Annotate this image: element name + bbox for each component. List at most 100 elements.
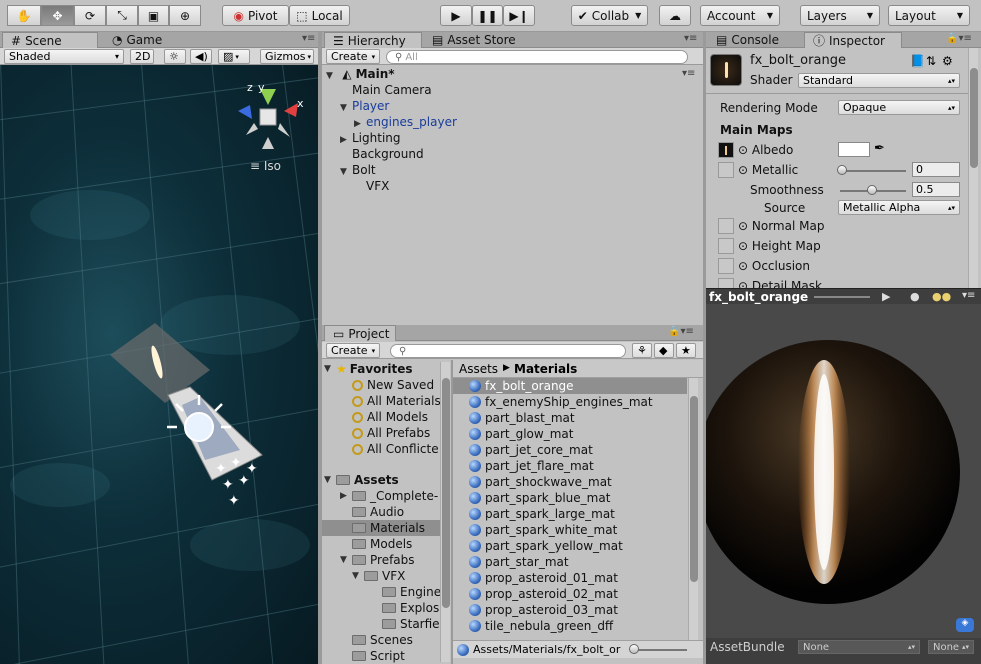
metallic-slider[interactable] — [840, 170, 906, 172]
rect-tool-button[interactable]: ▣ — [138, 5, 169, 26]
book-icon[interactable]: 📘 — [910, 54, 925, 68]
lock-icon[interactable]: 🔒▾≡ — [668, 326, 694, 337]
folder-item[interactable]: ▶ _Complete- — [340, 488, 438, 504]
collab-dropdown[interactable]: ✔ Collab ▼ — [571, 5, 648, 26]
account-dropdown[interactable]: Account ▼ — [700, 5, 780, 26]
scene-menu-icon[interactable]: ▾≡ — [682, 68, 695, 79]
metallic-texture-slot[interactable] — [718, 162, 734, 178]
tab-scene[interactable]: # Scene — [2, 32, 98, 48]
material-list-item[interactable]: part_spark_yellow_mat — [453, 538, 687, 554]
hierarchy-item-main-camera[interactable]: Main Camera — [352, 83, 432, 99]
preview-menu-icon[interactable]: ▾≡ — [962, 290, 975, 301]
play-button[interactable]: ▶ — [440, 5, 472, 26]
albedo-texture-slot[interactable] — [718, 142, 734, 158]
folder-item-materials[interactable]: Materials — [322, 520, 440, 536]
material-list-item[interactable]: part_blast_mat — [453, 410, 687, 426]
scroll-thumb[interactable] — [442, 378, 450, 608]
tab-inspector[interactable]: ⓘ Inspector — [804, 32, 902, 48]
layout-dropdown[interactable]: Layout ▼ — [888, 5, 970, 26]
assets-header[interactable]: ▼ Assets — [324, 472, 399, 488]
scale-tool-button[interactable]: ⤡ — [106, 5, 138, 26]
hierarchy-create-dropdown[interactable]: Create ▾ — [326, 49, 380, 64]
favorite-item[interactable]: All Prefabs — [352, 425, 430, 441]
move-tool-button[interactable]: ✥ — [41, 5, 74, 26]
source-dropdown[interactable]: Metallic Alpha ▴▾ — [838, 200, 960, 215]
material-list-item[interactable]: fx_enemyShip_engines_mat — [453, 394, 687, 410]
gizmos-dropdown[interactable]: Gizmos ▾ — [260, 49, 314, 64]
breadcrumb-assets[interactable]: Assets — [459, 362, 498, 376]
hierarchy-item-lighting[interactable]: ▶ Lighting — [340, 131, 401, 147]
2d-toggle[interactable]: 2D — [130, 49, 154, 64]
height-map-slot[interactable] — [718, 238, 734, 254]
pause-button[interactable]: ❚❚ — [472, 5, 503, 26]
filter-type-button[interactable]: ⚘ — [632, 343, 652, 358]
scroll-thumb[interactable] — [970, 68, 978, 168]
local-toggle[interactable]: ⬚ Local — [289, 5, 350, 26]
scene-root[interactable]: ▼ ◭ Main* — [326, 67, 395, 83]
hand-tool-button[interactable]: ✋ — [7, 5, 41, 26]
rendering-mode-dropdown[interactable]: Opaque ▴▾ — [838, 100, 960, 115]
material-list-item[interactable]: part_glow_mat — [453, 426, 687, 442]
icon-size-slider[interactable] — [633, 649, 687, 651]
albedo-color-field[interactable] — [838, 142, 870, 157]
occlusion-row[interactable]: ⊙ Occlusion — [738, 259, 810, 273]
scene-viewport[interactable]: ✦ ✦ ✦ ✦ ✦ ✦ y z x ≡ Iso — [0, 65, 318, 664]
assetbundle-dropdown[interactable]: None ▴▾ — [798, 640, 920, 654]
preset-icon[interactable]: ⇅ — [926, 54, 936, 68]
preview-header[interactable]: fx_bolt_orange ▶ ● ●● ▾≡ — [706, 288, 981, 304]
variant-dropdown[interactable]: None ▴▾ — [928, 640, 974, 654]
albedo-row[interactable]: ⊙ Albedo — [738, 143, 793, 157]
breadcrumb-materials[interactable]: Materials — [514, 362, 577, 376]
tab-project[interactable]: ▭ Project — [324, 325, 396, 341]
inspector-scrollbar[interactable] — [968, 48, 978, 288]
metallic-row[interactable]: ⊙ Metallic — [738, 163, 798, 177]
material-list-item[interactable]: fx_bolt_orange — [453, 378, 687, 394]
folder-item[interactable]: Scenes — [352, 632, 413, 648]
material-list-item[interactable]: prop_asteroid_02_mat — [453, 586, 687, 602]
folder-item[interactable]: ▼ VFX — [352, 568, 405, 584]
favorite-item[interactable]: New Saved — [352, 377, 434, 393]
tab-console[interactable]: ▤ Console — [708, 32, 787, 48]
audio-toggle[interactable]: ◀) — [190, 49, 212, 64]
folder-item[interactable]: ▼ Prefabs — [340, 552, 415, 568]
project-search-input[interactable]: ⚲ — [390, 344, 626, 358]
material-list-item[interactable]: tile_nebula_green_dff — [453, 618, 687, 634]
material-list-item[interactable]: part_spark_white_mat — [453, 522, 687, 538]
pivot-toggle[interactable]: ◉ Pivot — [222, 5, 289, 26]
favorite-item[interactable]: All Models — [352, 409, 428, 425]
lock-icon[interactable]: 🔒▾≡ — [946, 33, 972, 44]
tab-game[interactable]: ◔ Game — [104, 32, 170, 48]
material-preview[interactable]: ◈ — [706, 304, 981, 638]
hierarchy-item-background[interactable]: Background — [352, 147, 424, 163]
material-list-scrollbar[interactable] — [688, 378, 698, 640]
cloud-button[interactable]: ☁ — [659, 5, 691, 26]
favorites-header[interactable]: ▼ ★ Favorites — [324, 361, 412, 377]
panel-menu-icon[interactable]: ▾≡ — [302, 33, 315, 44]
material-list-item[interactable]: part_shockwave_mat — [453, 474, 687, 490]
filter-label-button[interactable]: ◆ — [654, 343, 674, 358]
drag-handle[interactable] — [814, 296, 870, 298]
effects-dropdown[interactable]: ▨ ▾ — [218, 49, 250, 64]
project-create-dropdown[interactable]: Create ▾ — [326, 343, 380, 358]
folder-item[interactable]: Engines — [382, 584, 447, 600]
shading-dropdown[interactable]: Shaded ▾ — [4, 49, 124, 64]
favorite-button[interactable]: ★ — [676, 343, 696, 358]
step-button[interactable]: ▶❙ — [503, 5, 535, 26]
rotate-tool-button[interactable]: ⟳ — [74, 5, 106, 26]
material-list-item[interactable]: prop_asteroid_03_mat — [453, 602, 687, 618]
folder-item[interactable]: Models — [352, 536, 412, 552]
layers-dropdown[interactable]: Layers ▼ — [800, 5, 880, 26]
material-list-item[interactable]: part_jet_core_mat — [453, 442, 687, 458]
hierarchy-item-bolt[interactable]: ▼ Bolt — [340, 163, 376, 179]
metallic-value-field[interactable]: 0 — [912, 162, 960, 177]
favorite-item[interactable]: All Conflicte — [352, 441, 439, 457]
play-preview-icon[interactable]: ▶ — [882, 290, 890, 303]
panel-menu-icon[interactable]: ▾≡ — [684, 33, 697, 44]
hierarchy-search-input[interactable]: ⚲ All — [386, 50, 688, 64]
material-list-item[interactable]: prop_asteroid_01_mat — [453, 570, 687, 586]
hierarchy-item-vfx[interactable]: VFX — [366, 179, 389, 195]
folder-item[interactable]: Starfiel — [382, 616, 443, 632]
gear-icon[interactable]: ⚙ — [942, 54, 953, 68]
material-list-item[interactable]: part_star_mat — [453, 554, 687, 570]
normal-map-slot[interactable] — [718, 218, 734, 234]
